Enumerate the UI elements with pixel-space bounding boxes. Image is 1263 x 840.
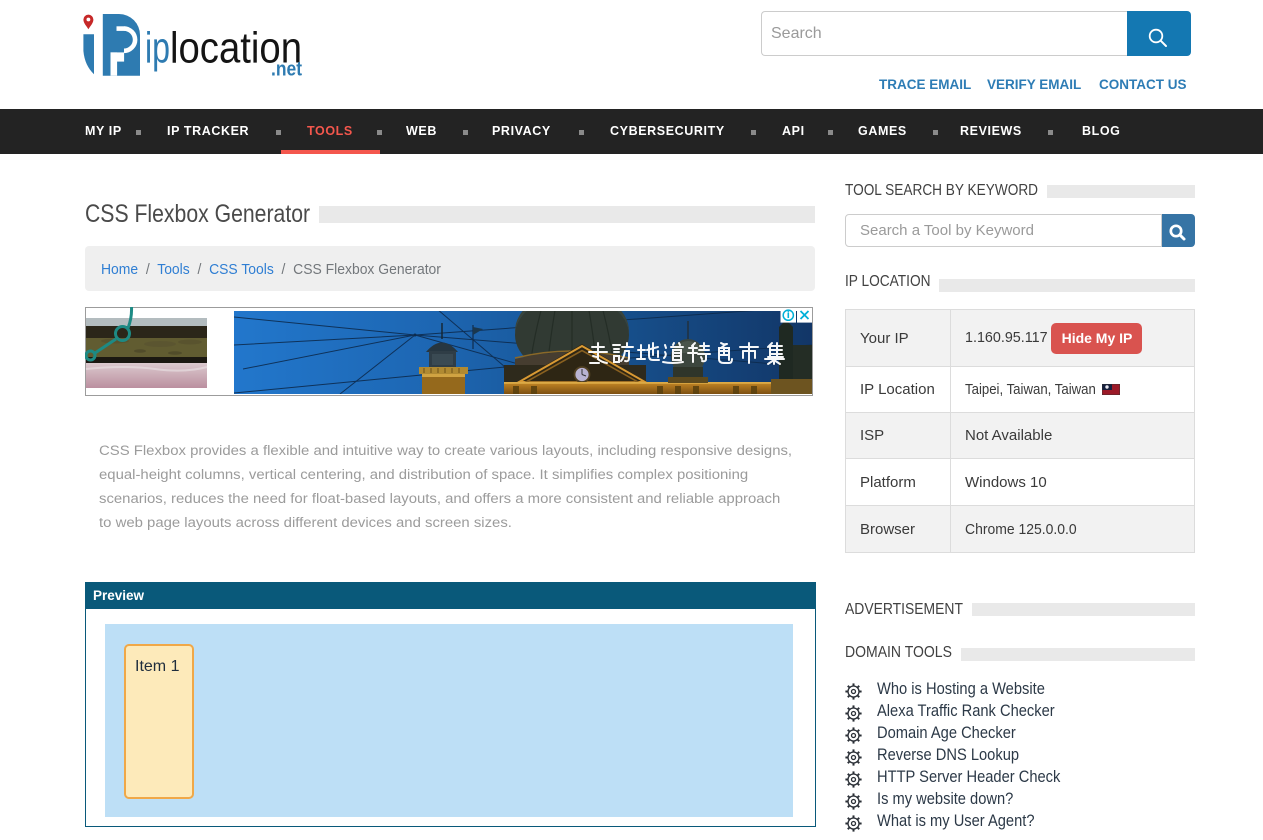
svg-text:.net: .net (271, 59, 302, 79)
svg-text:ip: ip (145, 24, 170, 73)
